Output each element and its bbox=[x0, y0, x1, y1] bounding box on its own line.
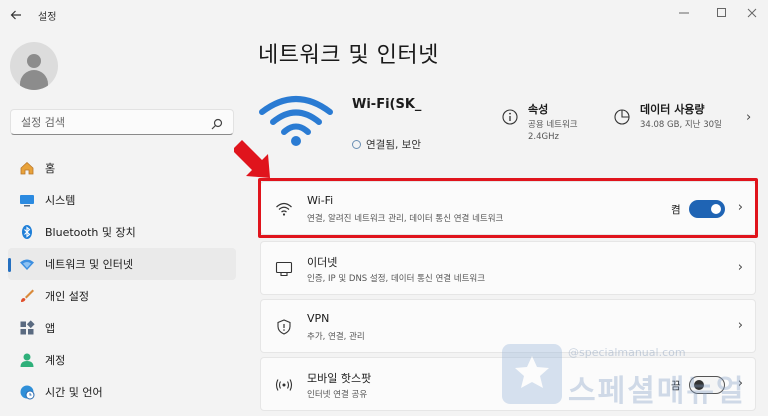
page-title: 네트워크 및 인터넷 bbox=[258, 43, 439, 68]
chevron-right-icon[interactable]: › bbox=[738, 260, 743, 275]
sidebar-item-personalization[interactable]: 개인 설정 bbox=[8, 280, 236, 312]
pie-chart-icon bbox=[614, 109, 630, 125]
network-name: Wi-Fi(SK_ bbox=[352, 97, 422, 112]
watermark: @specialmanual.com 스페셜매뉴얼 bbox=[500, 340, 768, 416]
red-arrow-icon bbox=[232, 136, 280, 182]
card-subtitle: 인터넷 연결 공유 bbox=[307, 390, 368, 400]
maximize-button[interactable] bbox=[712, 4, 732, 22]
connection-status: 연결됨, 보안 bbox=[352, 137, 421, 152]
bluetooth-icon bbox=[18, 223, 36, 241]
globe-clock-icon bbox=[18, 383, 36, 401]
network-wifi-icon bbox=[18, 255, 36, 273]
data-usage-title: 데이터 사용량 bbox=[640, 103, 705, 116]
account-icon bbox=[18, 351, 36, 369]
info-icon bbox=[502, 109, 518, 125]
watermark-text: 스페셜매뉴얼 bbox=[568, 374, 746, 409]
sidebar-nav: 홈 시스템 Bluetooth 및 장치 네트워크 및 인터넷 개인 설정 앱 bbox=[8, 152, 236, 408]
sidebar-item-apps[interactable]: 앱 bbox=[8, 312, 236, 344]
paintbrush-icon bbox=[18, 287, 36, 305]
data-usage-subtitle: 34.08 GB, 지난 30일 bbox=[640, 120, 722, 130]
ethernet-card[interactable]: 이더넷 인증, IP 및 DNS 설정, 데이터 통신 연결 네트워크 › bbox=[260, 241, 756, 295]
chevron-right-icon[interactable]: › bbox=[746, 110, 751, 125]
card-subtitle: 추가, 연결, 관리 bbox=[307, 332, 365, 342]
properties-subtitle: 공용 네트워크 2.4GHz bbox=[528, 120, 578, 142]
card-subtitle: 인증, IP 및 DNS 설정, 데이터 통신 연결 네트워크 bbox=[307, 274, 486, 284]
chevron-right-icon[interactable]: › bbox=[738, 318, 743, 333]
search-icon[interactable] bbox=[211, 115, 225, 130]
ethernet-icon bbox=[275, 261, 293, 277]
card-title: 모바일 핫스팟 bbox=[307, 372, 372, 385]
shield-icon bbox=[275, 319, 293, 335]
sidebar-item-time-language[interactable]: 시간 및 언어 bbox=[8, 376, 236, 408]
system-monitor-icon bbox=[18, 191, 36, 209]
minimize-button[interactable] bbox=[674, 4, 694, 22]
avatar[interactable] bbox=[10, 42, 58, 90]
window-title: 설정 bbox=[38, 12, 57, 23]
sidebar-item-bluetooth[interactable]: Bluetooth 및 장치 bbox=[8, 216, 236, 248]
back-arrow-icon[interactable] bbox=[6, 5, 26, 25]
globe-icon bbox=[352, 140, 361, 149]
hotspot-icon bbox=[275, 377, 293, 393]
search-input[interactable] bbox=[11, 110, 201, 134]
home-icon bbox=[18, 159, 36, 177]
watermark-url: @specialmanual.com bbox=[568, 346, 686, 359]
sidebar-item-system[interactable]: 시스템 bbox=[8, 184, 236, 216]
close-button[interactable] bbox=[742, 4, 762, 22]
title-bar: 설정 bbox=[0, 0, 768, 30]
card-title: VPN bbox=[307, 312, 330, 325]
data-usage-button[interactable]: 데이터 사용량 34.08 GB, 지난 30일 bbox=[614, 101, 744, 141]
sidebar-item-network[interactable]: 네트워크 및 인터넷 bbox=[8, 248, 236, 280]
properties-button[interactable]: 속성 공용 네트워크 2.4GHz bbox=[502, 101, 602, 142]
highlight-box bbox=[258, 178, 758, 238]
sidebar-item-home[interactable]: 홈 bbox=[8, 152, 236, 184]
apps-icon bbox=[18, 319, 36, 337]
card-title: 이더넷 bbox=[307, 256, 338, 269]
properties-title: 속성 bbox=[528, 103, 549, 116]
star-logo-icon bbox=[502, 344, 562, 404]
connection-status-text: 연결됨, 보안 bbox=[366, 139, 421, 151]
search-box[interactable] bbox=[10, 109, 234, 135]
sidebar-item-accounts[interactable]: 계정 bbox=[8, 344, 236, 376]
